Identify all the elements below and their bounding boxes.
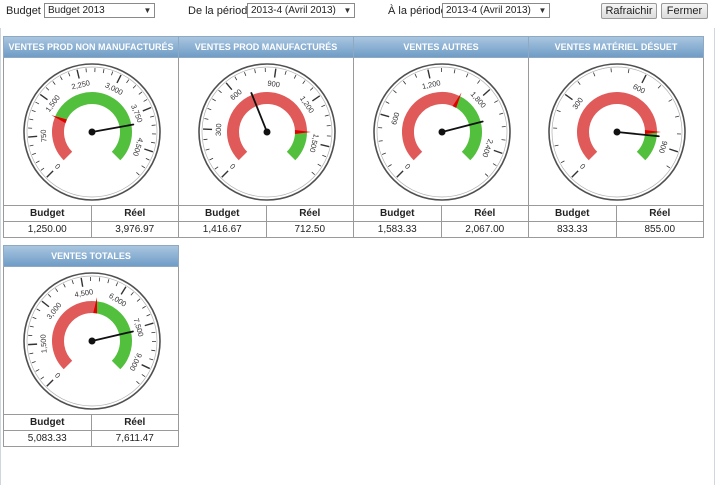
budget-value: 1,250.00 xyxy=(3,221,92,238)
budget-header: Budget xyxy=(3,205,92,222)
needle-hub xyxy=(613,128,621,136)
major-tick xyxy=(28,343,38,346)
gauge-container: 0 600 1,200 1,800 2,400 xyxy=(353,58,529,205)
close-button[interactable]: Fermer xyxy=(661,3,708,19)
major-tick xyxy=(28,135,38,138)
actual-header: Réel xyxy=(265,205,354,222)
values-table: Budget Réel 5,083.33 7,611.47 xyxy=(3,414,179,447)
budget-header: Budget xyxy=(353,205,442,222)
budget-value: 833.33 xyxy=(528,221,617,238)
tick-label: 300 xyxy=(214,123,224,136)
actual-header: Réel xyxy=(440,205,529,222)
to-period-select[interactable]: 2013-4 (Avril 2013) ▼ xyxy=(442,3,550,18)
values-table: Budget Réel 1,416.67 712.50 xyxy=(178,205,354,238)
chevron-down-icon: ▼ xyxy=(143,6,152,15)
values-table: Budget Réel 833.33 855.00 xyxy=(528,205,704,238)
gauge-chart: 06001,2001,8002,400 xyxy=(373,63,511,201)
budget-value: 5,083.33 xyxy=(3,430,92,447)
budget-header: Budget xyxy=(528,205,617,222)
budget-header: Budget xyxy=(178,205,267,222)
needle-hub xyxy=(88,337,96,345)
tick-label: 750 xyxy=(39,129,49,142)
actual-value: 7,611.47 xyxy=(90,430,179,447)
panel-title: VENTES PROD NON MANUFACTURÉS xyxy=(3,36,179,58)
minor-tick xyxy=(151,331,156,334)
panel-title: VENTES MATÉRIEL DÉSUET xyxy=(528,36,704,58)
tick-label: 900 xyxy=(267,79,281,90)
panel-ventes-prod-non-manufactures: VENTES PROD NON MANUFACTURÉS 0 750 1,500 2,… xyxy=(3,36,179,238)
toolbar: Budget : Budget 2013 ▼ De la période : 2… xyxy=(0,0,716,28)
budget-value: 1,583.33 xyxy=(353,221,442,238)
budget-label: Budget : xyxy=(6,5,47,17)
needle-hub xyxy=(263,128,271,136)
panel-ventes-materiel-desuet: VENTES MATÉRIEL DÉSUET 0 300 600 900 Budget… xyxy=(528,36,704,238)
from-period-select[interactable]: 2013-4 (Avril 2013) ▼ xyxy=(247,3,355,18)
panel-title: VENTES AUTRES xyxy=(353,36,529,58)
budget-header: Budget xyxy=(3,414,92,431)
chevron-down-icon: ▼ xyxy=(343,6,352,15)
gauge-container: 0 750 1,500 2,250 3,000 3,750 4,500 xyxy=(3,58,179,205)
budget-value: 1,416.67 xyxy=(178,221,267,238)
panel-ventes-totales: VENTES TOTALES 0 1,500 3,000 4,500 6,000 7,50… xyxy=(3,245,179,447)
tick-label: 1,500 xyxy=(39,334,49,353)
panel-title: VENTES PROD MANUFACTURÉS xyxy=(178,36,354,58)
gauge-container: 0 300 600 900 1,200 1,500 xyxy=(178,58,354,205)
panel-ventes-autres: VENTES AUTRES 0 600 1,200 1,800 2,400 Budget… xyxy=(353,36,529,238)
budget-select[interactable]: Budget 2013 ▼ xyxy=(44,3,155,18)
gauge-container: 0 1,500 3,000 4,500 6,000 7,500 9,000 xyxy=(3,267,179,414)
values-table: Budget Réel 1,250.00 3,976.97 xyxy=(3,205,179,238)
frame-border-right xyxy=(714,28,715,485)
gauge-chart: 03006009001,2001,500 xyxy=(198,63,336,201)
panel-title: VENTES TOTALES xyxy=(3,245,179,267)
values-table: Budget Réel 1,583.33 2,067.00 xyxy=(353,205,529,238)
frame-border-left xyxy=(0,28,1,485)
actual-header: Réel xyxy=(615,205,704,222)
actual-value: 855.00 xyxy=(615,221,704,238)
from-period-select-value: 2013-4 (Avril 2013) xyxy=(251,5,336,16)
to-period-select-value: 2013-4 (Avril 2013) xyxy=(446,5,531,16)
needle-hub xyxy=(438,128,446,136)
panel-ventes-prod-manufactures: VENTES PROD MANUFACTURÉS 0 300 600 900 1,200… xyxy=(178,36,354,238)
minor-tick xyxy=(501,139,506,141)
budget-select-value: Budget 2013 xyxy=(48,5,105,16)
gauge-container: 0 300 600 900 xyxy=(528,58,704,205)
chevron-down-icon: ▼ xyxy=(538,6,547,15)
actual-value: 2,067.00 xyxy=(440,221,529,238)
actual-header: Réel xyxy=(90,205,179,222)
actual-value: 712.50 xyxy=(265,221,354,238)
refresh-button[interactable]: Rafraichir xyxy=(601,3,657,19)
gauge-chart: 0300600900 xyxy=(548,63,686,201)
actual-value: 3,976.97 xyxy=(90,221,179,238)
needle-hub xyxy=(88,128,96,136)
gauge-chart: 07501,5002,250 3,0003,7504,500 xyxy=(23,63,161,201)
gauge-chart: 01,5003,0004,500 6,0007,5009,000 xyxy=(23,272,161,410)
actual-header: Réel xyxy=(90,414,179,431)
